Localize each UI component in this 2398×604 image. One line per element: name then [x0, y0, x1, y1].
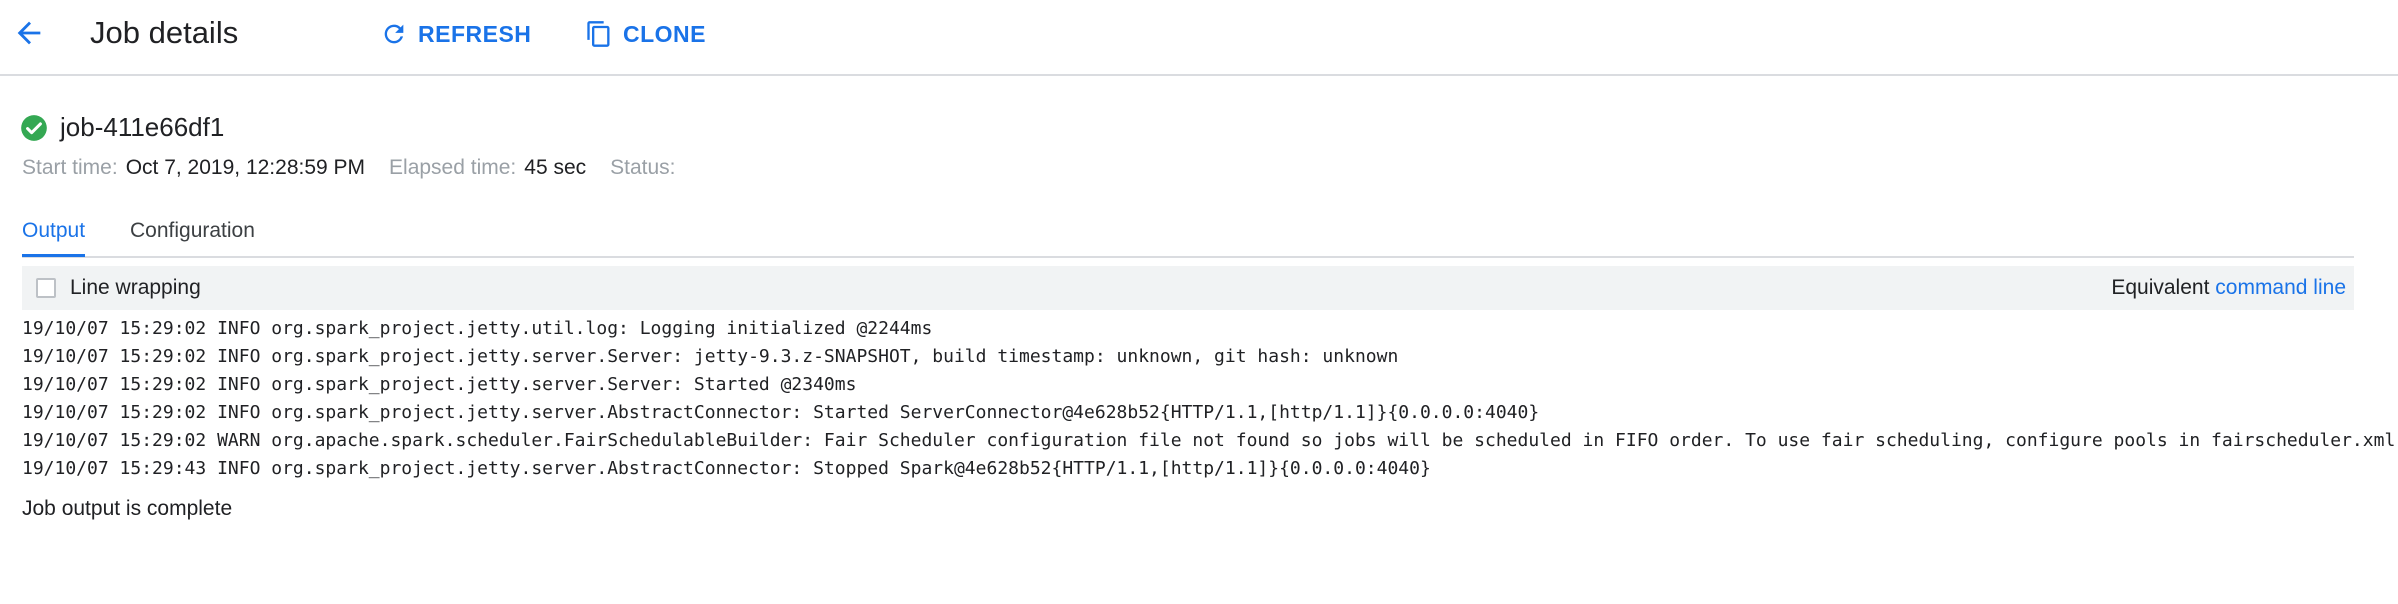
output-complete-message: Job output is complete	[22, 497, 233, 520]
job-meta: Start time: Oct 7, 2019, 12:28:59 PM Ela…	[22, 154, 684, 182]
job-output-log: 19/10/07 15:29:02 INFO org.spark_project…	[22, 315, 2398, 483]
line-wrapping-checkbox[interactable]	[36, 278, 56, 298]
line-wrapping-label[interactable]: Line wrapping	[70, 276, 201, 300]
job-id: job-411e66df1	[60, 112, 225, 142]
elapsed-time-value: 45 sec	[524, 156, 587, 179]
copy-icon	[587, 21, 610, 47]
log-line: 19/10/07 15:29:43 INFO org.spark_project…	[22, 458, 1431, 479]
page-title: Job details	[90, 15, 239, 50]
refresh-button[interactable]: REFRESH	[380, 17, 531, 51]
job-header: job-411e66df1	[20, 112, 224, 143]
tab-bar: Output Configuration	[22, 212, 2354, 258]
equivalent-text: Equivalent	[2111, 276, 2210, 299]
output-toolbar: Line wrapping Equivalent command line	[22, 266, 2354, 310]
clone-button[interactable]: CLONE	[585, 17, 706, 51]
log-line: 19/10/07 15:29:02 INFO org.spark_project…	[22, 318, 933, 339]
refresh-label: REFRESH	[418, 20, 532, 47]
log-line: 19/10/07 15:29:02 WARN org.apache.spark.…	[22, 430, 2398, 451]
start-time-value: Oct 7, 2019, 12:28:59 PM	[125, 156, 366, 179]
elapsed-time-label: Elapsed time:	[389, 156, 517, 179]
log-line: 19/10/07 15:29:02 INFO org.spark_project…	[22, 374, 857, 395]
log-line: 19/10/07 15:29:02 INFO org.spark_project…	[22, 402, 1540, 423]
check-circle-icon	[21, 114, 47, 141]
refresh-icon	[384, 24, 404, 44]
clone-label: CLONE	[623, 20, 706, 47]
arrow-back-icon	[17, 21, 41, 45]
log-line: 19/10/07 15:29:02 INFO org.spark_project…	[22, 346, 1399, 367]
tab-output[interactable]: Output	[22, 216, 86, 257]
top-bar: Job details REFRESH CLONE	[0, 0, 2398, 76]
start-time-label: Start time:	[22, 156, 118, 179]
back-button[interactable]	[12, 16, 46, 50]
command-line-link[interactable]: command line	[2215, 276, 2346, 299]
status-label: Status:	[610, 156, 676, 179]
tab-configuration[interactable]: Configuration	[130, 216, 255, 254]
equivalent-command-line: Equivalent command line	[2111, 276, 2346, 300]
